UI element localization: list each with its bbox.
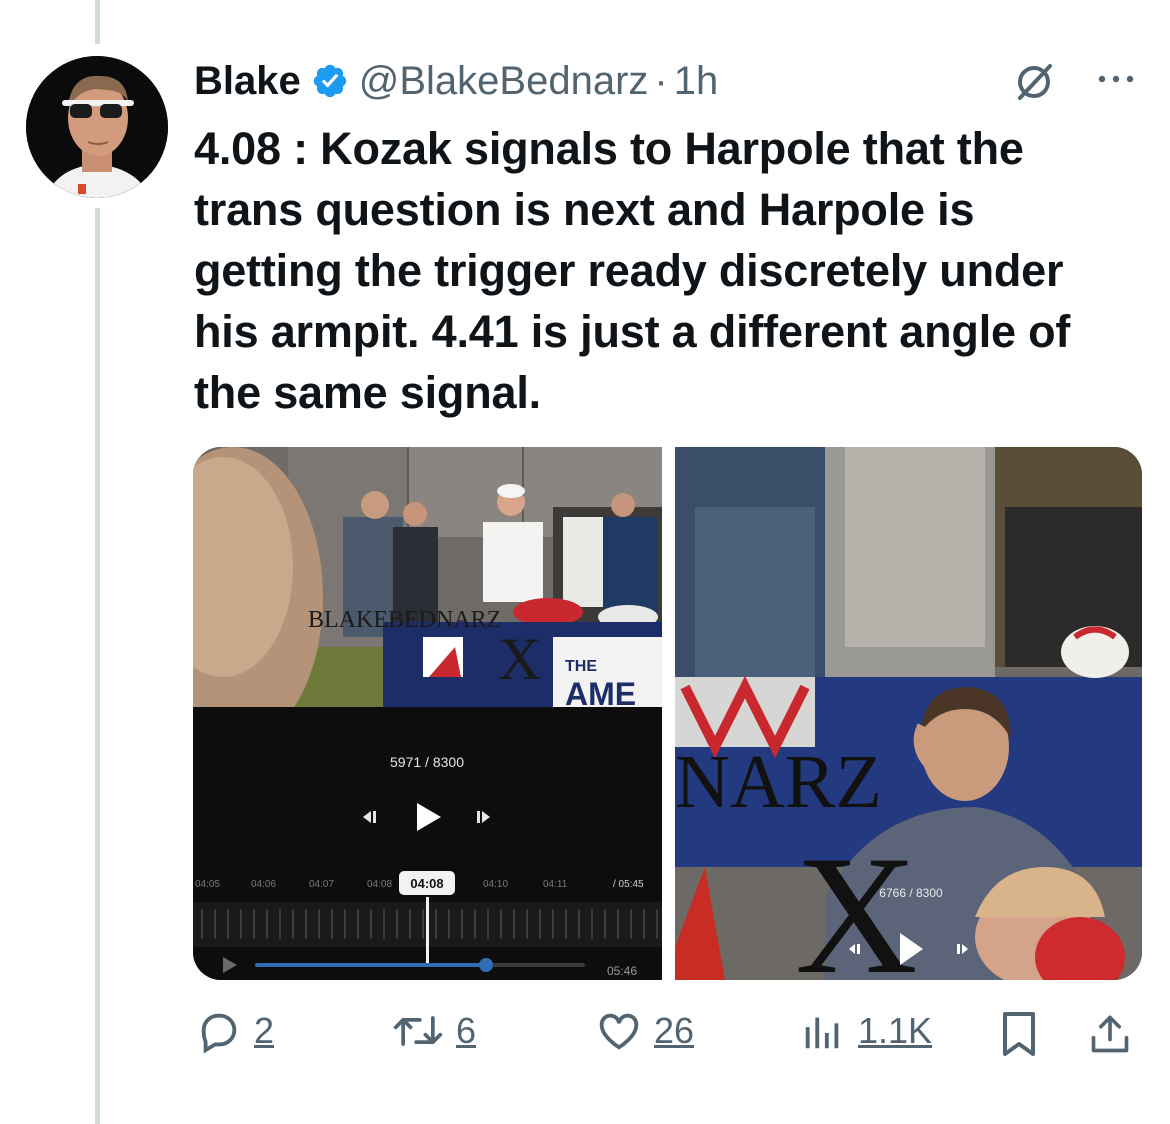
scrubber-tick: [656, 909, 658, 939]
scrubber-tick: [331, 909, 333, 939]
scrubber-tick: [292, 909, 294, 939]
watermark-text-left: BLAKEBEDNARZ: [308, 607, 501, 633]
current-time-label: 04:08: [410, 876, 443, 891]
repost-count[interactable]: 6: [456, 1010, 476, 1052]
media-gap: [662, 447, 675, 980]
scrubber-tick: [435, 909, 437, 939]
share-icon[interactable]: [1088, 1010, 1132, 1058]
scrubber-tick: [318, 909, 320, 939]
tweet-text: 4.08 : Kozak signals to Harpole that the…: [194, 123, 1071, 418]
media-image-left[interactable]: THE AME BLAKEBEDNARZ X 5971 / 8300 04:05…: [193, 447, 662, 980]
repost-icon: [393, 1016, 443, 1046]
scrubber-tick: [344, 909, 346, 939]
timeline-tick: 04:08: [367, 879, 392, 890]
frame-counter-right: 6766 / 8300: [879, 886, 943, 900]
scrubber-tick: [474, 909, 476, 939]
media-grid: THE AME BLAKEBEDNARZ X 5971 / 8300 04:05…: [193, 447, 1142, 980]
reply-icon: [201, 1013, 237, 1054]
scrubber-tick: [396, 909, 398, 939]
bookmark-icon[interactable]: [998, 1010, 1040, 1058]
duration-label: 05:46: [607, 964, 637, 978]
scrubber-tick: [370, 909, 372, 939]
repost-button[interactable]: 6: [392, 1008, 476, 1054]
scrubber-tick: [201, 909, 203, 939]
views-button[interactable]: 1.1K: [800, 1008, 932, 1054]
thread-line-bottom: [95, 208, 100, 1124]
scrubber-tick: [500, 909, 502, 939]
views-count[interactable]: 1.1K: [858, 1010, 932, 1052]
scrubber-tick: [526, 909, 528, 939]
watermark-text-right: NARZ: [675, 740, 882, 824]
grok-icon[interactable]: [1012, 60, 1056, 104]
timeline-tick: 04:05: [195, 879, 220, 890]
action-bar: 2 6 26 1.1K: [0, 1008, 1170, 1064]
scrubber-tick: [591, 909, 593, 939]
more-options-icon[interactable]: [1094, 64, 1138, 94]
scrubber-tick: [630, 909, 632, 939]
scrubber-tick: [279, 909, 281, 939]
author-handle[interactable]: @BlakeBednarz: [359, 59, 649, 104]
timeline-tick: 04:11: [543, 879, 568, 890]
tweet-time[interactable]: 1h: [674, 59, 719, 104]
scrubber-tick: [266, 909, 268, 939]
author-name[interactable]: Blake: [194, 59, 301, 104]
scrubber-tick: [422, 909, 424, 939]
scrubber-tick: [578, 909, 580, 939]
scrubber-tick: [565, 909, 567, 939]
watermark-x-right: X: [795, 821, 918, 980]
scrubber-tick: [487, 909, 489, 939]
progress-fill: [255, 963, 486, 967]
scrubber-tick: [513, 909, 515, 939]
scrubber-tick: [643, 909, 645, 939]
watermark-x-left: X: [498, 626, 541, 692]
playhead[interactable]: [426, 897, 429, 967]
tweet-header: Blake @BlakeBednarz · 1h: [194, 56, 718, 106]
heart-icon: [599, 1013, 639, 1050]
views-icon: [805, 1017, 839, 1049]
like-button[interactable]: 26: [596, 1008, 694, 1054]
scrubber-tick: [383, 909, 385, 939]
scrubber-tick: [604, 909, 606, 939]
frame-counter-left: 5971 / 8300: [390, 754, 464, 770]
like-count[interactable]: 26: [654, 1010, 694, 1052]
media-image-right[interactable]: NARZ X 6766 / 8300: [675, 447, 1142, 980]
scrubber-tick: [253, 909, 255, 939]
timeline-tick: 04:07: [309, 879, 334, 890]
separator-dot: ·: [654, 58, 668, 103]
scrubber-tick: [461, 909, 463, 939]
reply-count[interactable]: 2: [254, 1010, 274, 1052]
reply-button[interactable]: 2: [196, 1008, 274, 1054]
avatar[interactable]: [26, 56, 168, 198]
thread-line-top: [95, 0, 100, 44]
timeline-tick: 04:10: [483, 879, 508, 890]
scrubber-tick: [409, 909, 411, 939]
scrubber-tick: [552, 909, 554, 939]
scrubber-tick: [214, 909, 216, 939]
banner-text-the: THE: [565, 658, 597, 675]
verified-badge-icon: [313, 64, 346, 98]
progress-knob[interactable]: [479, 958, 493, 972]
scrubber-tick: [227, 909, 229, 939]
timeline-tick: 04:06: [251, 879, 276, 890]
total-time-label: / 05:45: [613, 879, 644, 890]
scrubber-tick: [539, 909, 541, 939]
scrubber-tick: [240, 909, 242, 939]
banner-text-ame: AME: [565, 676, 636, 712]
scrubber-tick: [448, 909, 450, 939]
scrubber-tick: [305, 909, 307, 939]
scrubber-tick: [617, 909, 619, 939]
scrubber-tick: [357, 909, 359, 939]
